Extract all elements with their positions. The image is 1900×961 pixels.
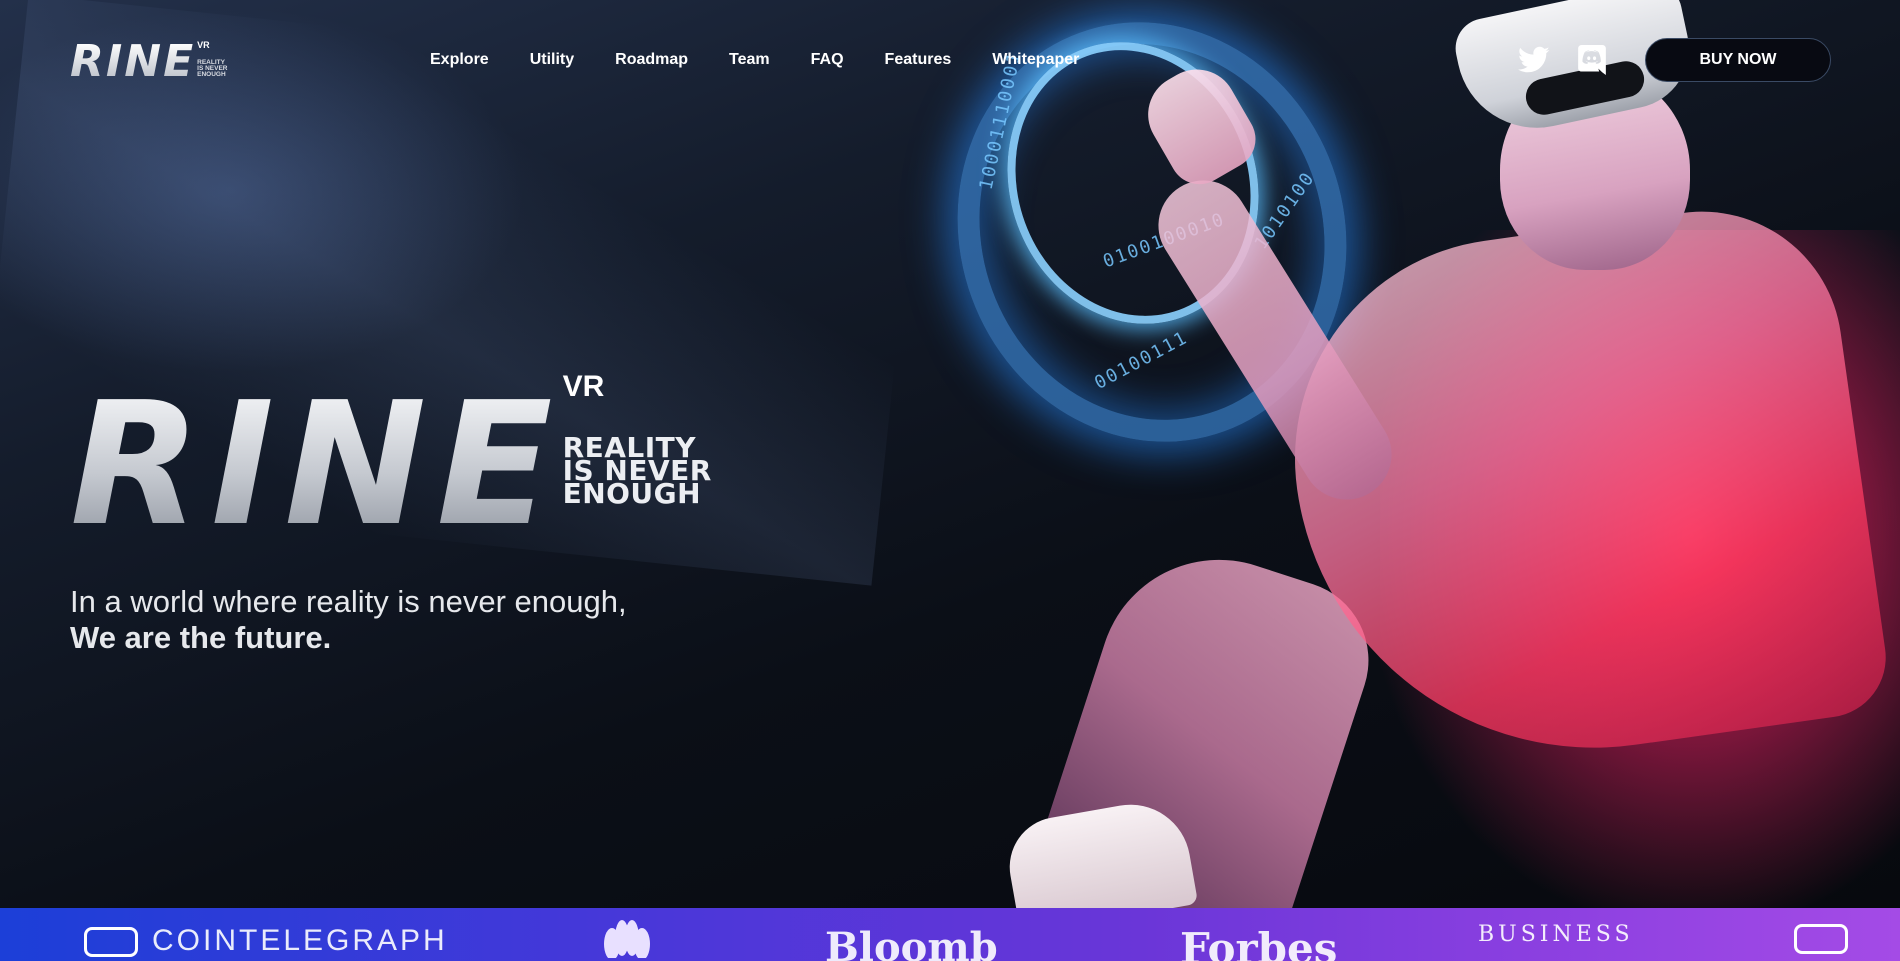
- nav-features[interactable]: Features: [885, 51, 952, 69]
- logo-tagline: REALITY IS NEVER ENOUGH: [197, 59, 228, 78]
- nav-whitepaper[interactable]: Whitepaper: [992, 51, 1079, 69]
- main-nav: Explore Utility Roadmap Team FAQ Feature…: [430, 51, 1079, 69]
- nav-team[interactable]: Team: [729, 51, 770, 69]
- nav-faq[interactable]: FAQ: [811, 51, 844, 69]
- nav-utility[interactable]: Utility: [530, 51, 574, 69]
- press-logo-cointelegraph: COINTELEGRAPH: [84, 924, 448, 958]
- hero-logo: RINE VR REALITY IS NEVER ENOUGH: [70, 366, 712, 564]
- twitter-icon[interactable]: [1518, 44, 1550, 76]
- site-logo[interactable]: RINE VR REALITY IS NEVER ENOUGH: [70, 36, 228, 87]
- hero-tagline-line1: In a world where reality is never enough…: [70, 584, 627, 619]
- press-logo-business: BUSINESS: [1478, 922, 1634, 947]
- press-strip: COINTELEGRAPH Bloomb Forbes BUSINESS: [0, 908, 1900, 961]
- buy-now-button[interactable]: BUY NOW: [1645, 38, 1831, 82]
- press-logo-forbes: Forbes: [1180, 924, 1338, 961]
- discord-icon[interactable]: [1576, 44, 1608, 76]
- hero-logo-tagline: REALITY IS NEVER ENOUGH: [562, 431, 712, 510]
- nav-explore[interactable]: Explore: [430, 51, 489, 69]
- press-logo-bloomberg: Bloomb: [825, 924, 998, 961]
- cointelegraph-icon: [1794, 924, 1848, 959]
- logo-wordmark: RINE: [70, 36, 196, 87]
- cointelegraph-icon: [84, 927, 138, 958]
- hero-tagline-line2: We are the future.: [70, 620, 332, 655]
- nav-roadmap[interactable]: Roadmap: [615, 51, 688, 69]
- logo-vr: VR: [197, 40, 210, 50]
- hero-logo-wordmark: RINE: [70, 366, 563, 564]
- hero-logo-vr: VR: [562, 370, 605, 403]
- social-links: [1518, 44, 1608, 76]
- hero-tagline: In a world where reality is never enough…: [70, 584, 627, 656]
- nbc-peacock-icon: [592, 918, 662, 961]
- hero-section: 10001110001 0100100010 00100111 1010100 …: [0, 0, 1900, 908]
